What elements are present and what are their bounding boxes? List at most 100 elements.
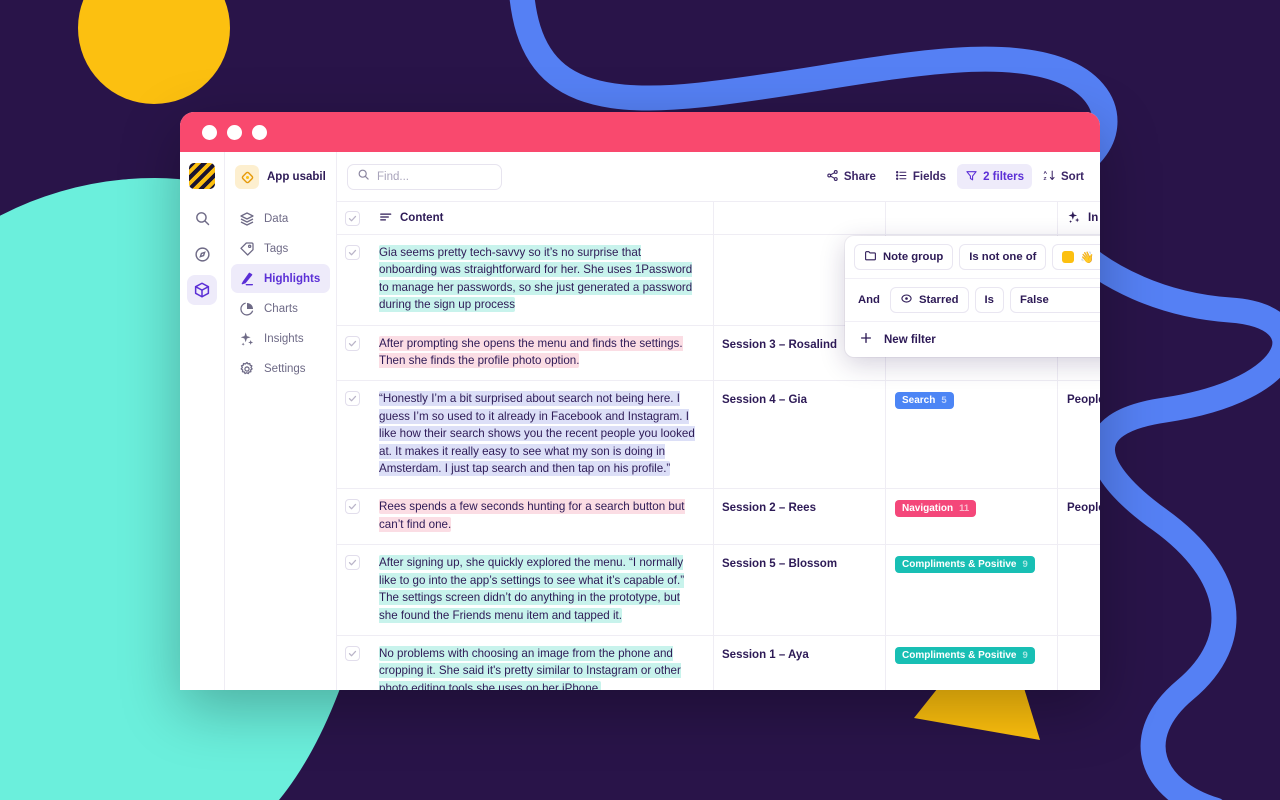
row-checkbox[interactable] bbox=[344, 335, 360, 351]
filter-field-label: Starred bbox=[918, 294, 959, 306]
row-checkbox[interactable] bbox=[344, 499, 360, 515]
filter-field-select[interactable]: Starred bbox=[889, 287, 969, 313]
filters-button[interactable]: 2 filters bbox=[957, 164, 1032, 189]
column-header-tags[interactable] bbox=[886, 201, 1058, 235]
cell-tags[interactable]: Compliments & Positive 9 bbox=[886, 635, 1058, 690]
tag-label: Compliments & Positive bbox=[902, 559, 1017, 571]
highlight-mark: No problems with choosing an image from … bbox=[379, 645, 681, 690]
new-filter-label: New filter bbox=[884, 333, 936, 346]
cell-content[interactable]: No problems with choosing an image from … bbox=[367, 635, 714, 690]
cell-content[interactable]: Gia seems pretty tech-savvy so it’s no s… bbox=[367, 235, 714, 325]
tag-badge[interactable]: Navigation 11 bbox=[895, 500, 977, 518]
search-input[interactable] bbox=[377, 170, 492, 183]
row-checkbox[interactable] bbox=[344, 555, 360, 571]
tag-count: 11 bbox=[959, 503, 970, 515]
insight-label: People bbox=[1067, 394, 1100, 407]
sidebar-item-settings[interactable]: Settings bbox=[231, 354, 330, 383]
svg-text:A: A bbox=[1044, 169, 1048, 175]
filter-value-select[interactable]: 👋 Welcome! bbox=[1052, 244, 1100, 270]
filter-operator-label: Is not one of bbox=[969, 251, 1037, 263]
cell-content[interactable]: Rees spends a few seconds hunting for a … bbox=[367, 489, 714, 545]
select-all-cell[interactable] bbox=[337, 202, 367, 235]
cell-insights[interactable] bbox=[1058, 545, 1100, 635]
share-button[interactable]: Share bbox=[818, 164, 884, 189]
cell-content[interactable]: After signing up, she quickly explored t… bbox=[367, 545, 714, 635]
window-titlebar bbox=[180, 112, 1100, 152]
row-select-cell[interactable] bbox=[337, 489, 367, 544]
cell-insights[interactable]: People bbox=[1058, 381, 1100, 488]
sort-icon: A Z bbox=[1043, 169, 1056, 185]
row-select-cell[interactable] bbox=[337, 636, 367, 690]
table-row[interactable]: Rees spends a few seconds hunting for a … bbox=[337, 489, 1100, 546]
table-row[interactable]: After signing up, she quickly explored t… bbox=[337, 545, 1100, 636]
filter-field-label: Note group bbox=[883, 251, 944, 263]
column-header-insights[interactable]: In bbox=[1058, 202, 1100, 235]
tag-badge[interactable]: Search 5 bbox=[895, 392, 954, 410]
cell-tags[interactable]: Search 5 bbox=[886, 381, 1058, 489]
row-select-cell[interactable] bbox=[337, 235, 367, 325]
toolbar: Share Fields bbox=[337, 152, 1100, 202]
sort-button[interactable]: A Z Sort bbox=[1035, 164, 1092, 189]
project-selector[interactable]: App usability t... bbox=[231, 160, 330, 194]
row-checkbox[interactable] bbox=[344, 391, 360, 407]
filter-field-select[interactable]: Note group bbox=[854, 244, 954, 270]
row-select-cell[interactable] bbox=[337, 381, 367, 488]
search-icon[interactable] bbox=[187, 203, 217, 233]
highlight-text: Rees spends a few seconds hunting for a … bbox=[379, 498, 701, 533]
tag-count: 5 bbox=[941, 395, 947, 407]
row-checkbox[interactable] bbox=[344, 245, 360, 260]
highlight-text: No problems with choosing an image from … bbox=[379, 645, 701, 690]
sidebar-item-insights[interactable]: Insights bbox=[231, 324, 330, 353]
sidebar-item-highlights[interactable]: Highlights bbox=[231, 264, 330, 293]
row-select-cell[interactable] bbox=[337, 326, 367, 381]
window-maximize-dot[interactable] bbox=[252, 124, 267, 140]
highlight-text: Gia seems pretty tech-savvy so it’s no s… bbox=[379, 244, 701, 314]
filter-operator-select[interactable]: Is not one of bbox=[959, 244, 1047, 270]
filter-operator-select[interactable]: Is bbox=[974, 287, 1004, 313]
tag-badge[interactable]: Compliments & Positive 9 bbox=[895, 556, 1035, 574]
cell-content[interactable]: “Honestly I’m a bit surprised about sear… bbox=[367, 381, 714, 489]
window-body: App usability t... Data bbox=[180, 152, 1100, 690]
plus-icon bbox=[859, 331, 873, 348]
explore-icon[interactable] bbox=[187, 239, 217, 269]
filter-value-select[interactable]: False bbox=[1009, 287, 1100, 313]
sidebar-item-charts[interactable]: Charts bbox=[231, 294, 330, 323]
cell-insights[interactable] bbox=[1058, 636, 1100, 690]
column-header-session[interactable] bbox=[714, 201, 886, 235]
highlighter-icon bbox=[238, 270, 255, 287]
table-row[interactable]: “Honestly I’m a bit surprised about sear… bbox=[337, 381, 1100, 490]
sparkles-icon bbox=[238, 330, 255, 347]
filter-icon bbox=[965, 169, 978, 185]
sidebar-item-label: Data bbox=[264, 212, 289, 225]
star-circle-icon bbox=[900, 292, 913, 308]
table-row[interactable]: No problems with choosing an image from … bbox=[337, 635, 1100, 690]
cell-content[interactable]: After prompting she opens the menu and f… bbox=[367, 325, 714, 381]
column-header-content[interactable]: Content bbox=[367, 201, 714, 235]
row-select-cell[interactable] bbox=[337, 545, 367, 635]
cell-session[interactable]: Session 1 – Aya bbox=[714, 635, 886, 690]
cell-tags[interactable]: Navigation 11 bbox=[886, 489, 1058, 545]
filter-row: And Starred Is False bbox=[845, 278, 1100, 321]
icon-rail bbox=[180, 152, 225, 690]
cell-session[interactable]: Session 2 – Rees bbox=[714, 489, 886, 545]
tag-count: 9 bbox=[1022, 559, 1028, 571]
tag-badge[interactable]: Compliments & Positive 9 bbox=[895, 646, 1035, 664]
select-all-checkbox[interactable] bbox=[344, 210, 360, 226]
fields-button[interactable]: Fields bbox=[887, 164, 954, 189]
sidebar-item-data[interactable]: Data bbox=[231, 204, 330, 233]
cell-session[interactable]: Session 4 – Gia bbox=[714, 381, 886, 489]
filter-popover: Note group Is not one of 👋 Welcome! bbox=[845, 236, 1100, 357]
window-close-dot[interactable] bbox=[202, 124, 217, 140]
highlight-mark: “Honestly I’m a bit surprised about sear… bbox=[379, 391, 695, 477]
filter-conjunction[interactable]: And bbox=[854, 294, 884, 306]
search-input-wrapper[interactable] bbox=[347, 163, 502, 190]
box-icon[interactable] bbox=[187, 275, 217, 305]
cell-session[interactable]: Session 5 – Blossom bbox=[714, 545, 886, 635]
cell-insights[interactable]: People bbox=[1058, 489, 1100, 544]
new-filter-button[interactable]: New filter bbox=[845, 321, 1100, 357]
highlight-mark: After signing up, she quickly explored t… bbox=[379, 555, 685, 623]
sidebar-item-tags[interactable]: Tags bbox=[231, 234, 330, 263]
row-checkbox[interactable] bbox=[344, 645, 360, 661]
cell-tags[interactable]: Compliments & Positive 9 bbox=[886, 545, 1058, 635]
window-minimize-dot[interactable] bbox=[227, 124, 242, 140]
